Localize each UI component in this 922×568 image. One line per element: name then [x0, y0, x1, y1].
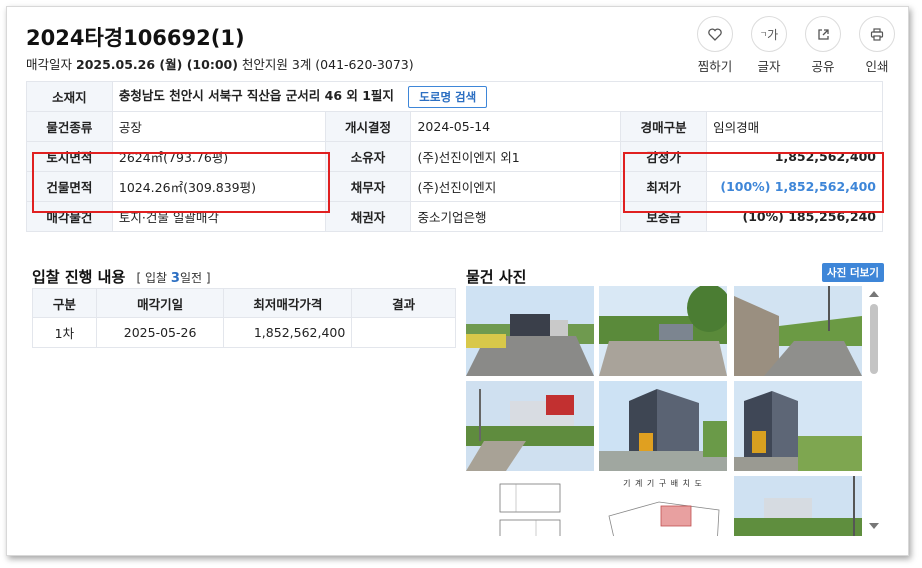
bid-price: 1,852,562,400 [223, 317, 353, 348]
sale-date-label: 매각일자 [26, 57, 73, 72]
drawing-caption: 기 계 기 구 배 치 도 [623, 479, 703, 488]
text-size-glyph: 가 [767, 27, 779, 42]
info-label: 개시결정 [324, 111, 412, 142]
bid-days-prefix: [ 입찰 [136, 271, 168, 285]
heart-icon [697, 16, 733, 52]
scrollbar-thumb[interactable] [870, 304, 878, 374]
sale-date-line: 매각일자 2025.05.26 (월) (10:00) 천안지원 3계 (041… [26, 54, 414, 73]
photo-thumbnail[interactable] [599, 381, 727, 471]
info-row: 토지면적 2624㎡(793.76평) 소유자 (주)선진이엔지 외1 감정가 … [26, 141, 883, 172]
minimum-price-value: (100%) 1,852,562,400 [706, 171, 883, 202]
creditor-value: 중소기업은행 [410, 201, 622, 232]
sale-item-value: 토지·건물 일괄매각 [111, 201, 326, 232]
bid-round: 1차 [32, 317, 97, 348]
photo-thumbnail[interactable] [466, 286, 594, 376]
land-area-value: 2624㎡(793.76평) [111, 141, 326, 172]
info-value: 공장 [111, 111, 326, 142]
print-button[interactable]: 인쇄 [859, 16, 895, 75]
print-label: 인쇄 [865, 59, 889, 74]
owner-value: (주)선진이엔지 외1 [410, 141, 622, 172]
court-info: 천안지원 3계 (041-620-3073) [241, 57, 414, 72]
photo-thumbnail[interactable] [734, 476, 862, 536]
bid-result [351, 317, 456, 348]
photo-thumbnail[interactable] [734, 286, 862, 376]
table-row: 1차 2025-05-26 1,852,562,400 [32, 317, 456, 348]
font-size-button[interactable]: ㄱ가 글자 [751, 16, 787, 75]
photo-thumbnail[interactable] [734, 381, 862, 471]
bid-header-row: 구분 매각기일 최저매각가격 결과 [32, 288, 456, 318]
case-title: 2024타경106692(1) [26, 26, 245, 50]
bid-days-suffix: 일전 ] [179, 271, 211, 285]
bid-history-table: 구분 매각기일 최저매각가격 결과 1차 2025-05-26 1,852,56… [32, 288, 456, 348]
appraisal-value: 1,852,562,400 [706, 141, 883, 172]
photo-thumbnail[interactable] [466, 476, 594, 536]
debtor-label: 채무자 [324, 171, 412, 202]
bid-col-round: 구분 [32, 288, 97, 318]
share-button[interactable]: 공유 [805, 16, 841, 75]
info-row: 건물면적 1024.26㎡(309.839평) 채무자 (주)선진이엔지 최저가… [26, 171, 883, 202]
building-area-value: 1024.26㎡(309.839평) [111, 171, 326, 202]
bid-col-result: 결과 [351, 288, 456, 318]
bid-days-number: 3 [170, 271, 180, 286]
photo-scrollbar[interactable] [867, 288, 881, 532]
minimum-price-label: 최저가 [620, 171, 708, 202]
scroll-up-arrow-icon[interactable] [869, 291, 879, 297]
bookmark-label: 찜하기 [697, 59, 733, 74]
font-size-label: 글자 [757, 59, 781, 74]
scroll-down-arrow-icon[interactable] [869, 523, 879, 529]
bid-title: 입찰 진행 내용 [32, 268, 126, 286]
print-icon [859, 16, 895, 52]
deposit-value: (10%) 185,256,240 [706, 201, 883, 232]
bid-col-price: 최저매각가격 [223, 288, 353, 318]
address-label: 소재지 [26, 81, 113, 112]
info-row: 매각물건 토지·건물 일괄매각 채권자 중소기업은행 보증금 (10%) 185… [26, 201, 883, 232]
info-row: 물건종류 공장 개시결정 2024-05-14 경매구분 임의경매 [26, 111, 883, 142]
building-area-label: 건물면적 [26, 171, 113, 202]
info-value: 2024-05-14 [410, 111, 622, 142]
share-label: 공유 [811, 59, 835, 74]
photos-title: 물건 사진 [466, 268, 527, 286]
sale-item-label: 매각물건 [26, 201, 113, 232]
address-value: 충청남도 천안시 서북구 직산읍 군서리 46 외 1필지 [118, 88, 394, 104]
info-label: 물건종류 [26, 111, 113, 142]
appraisal-label: 감정가 [620, 141, 708, 172]
road-name-search-button[interactable]: 도로명 검색 [408, 85, 488, 108]
bid-section-title: 입찰 진행 내용 [ 입찰 3일전 ] [32, 266, 211, 287]
bid-col-date: 매각기일 [95, 288, 225, 318]
photo-gallery: 기 계 기 구 배 치 도 [466, 286, 864, 536]
more-photos-button[interactable]: 사진 더보기 [822, 263, 884, 282]
bookmark-button[interactable]: 찜하기 [697, 16, 733, 75]
land-area-label: 토지면적 [26, 141, 113, 172]
photo-thumbnail[interactable]: 기 계 기 구 배 치 도 [599, 476, 727, 536]
photo-thumbnail[interactable] [599, 286, 727, 376]
deposit-label: 보증금 [620, 201, 708, 232]
address-row: 소재지 충청남도 천안시 서북구 직산읍 군서리 46 외 1필지 도로명 검색 [26, 81, 884, 112]
creditor-label: 채권자 [324, 201, 412, 232]
info-label: 경매구분 [620, 111, 708, 142]
info-value: 임의경매 [706, 111, 883, 142]
property-info-table: 소재지 충청남도 천안시 서북구 직산읍 군서리 46 외 1필지 도로명 검색… [26, 81, 884, 232]
photo-thumbnail[interactable] [466, 381, 594, 471]
debtor-value: (주)선진이엔지 [410, 171, 622, 202]
share-icon [805, 16, 841, 52]
address-cell: 충청남도 천안시 서북구 직산읍 군서리 46 외 1필지 도로명 검색 [111, 81, 884, 112]
bid-days-left: [ 입찰 3일전 ] [136, 271, 211, 286]
text-size-icon: ㄱ가 [751, 16, 787, 52]
sale-date-value: 2025.05.26 (월) (10:00) [76, 57, 238, 72]
owner-label: 소유자 [324, 141, 412, 172]
bid-date: 2025-05-26 [95, 317, 225, 348]
action-bar: 찜하기 ㄱ가 글자 공유 인쇄 [697, 16, 895, 75]
